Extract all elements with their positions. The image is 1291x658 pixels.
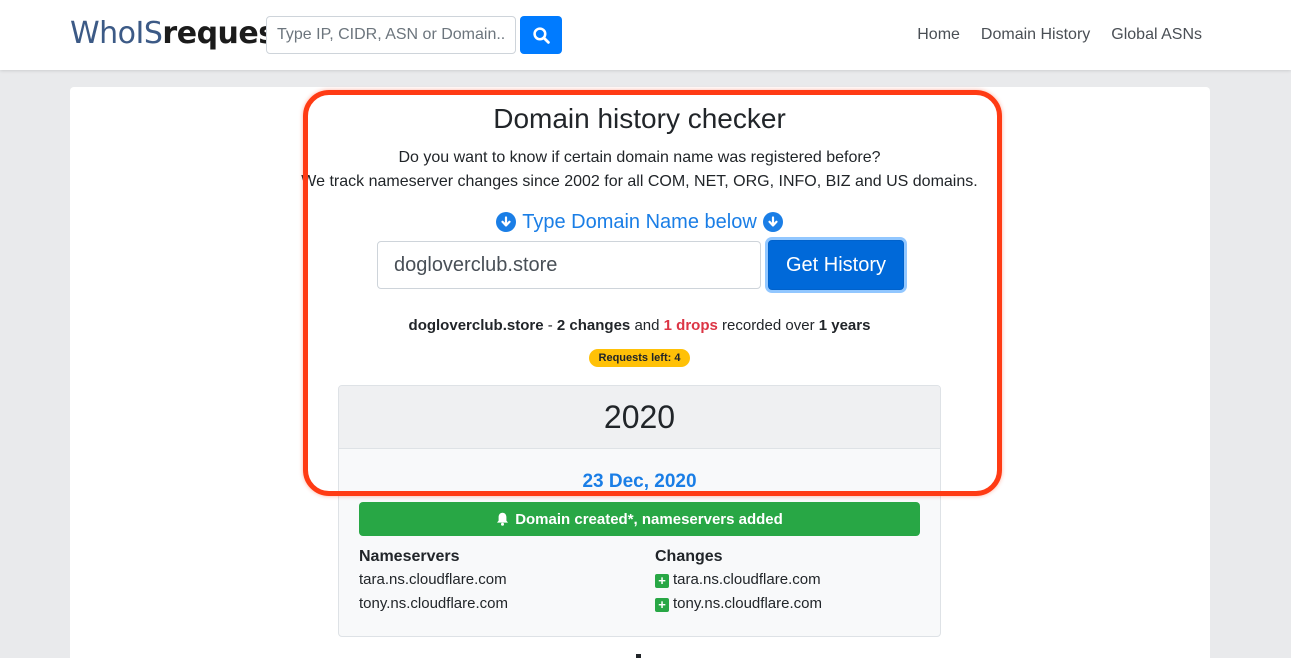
plus-square-icon: +	[655, 574, 669, 588]
search-input[interactable]	[266, 16, 516, 54]
type-domain-label-text: Type Domain Name below	[522, 211, 757, 233]
arrow-down-circle-icon	[496, 212, 517, 232]
type-domain-label: Type Domain Name below	[0, 208, 1279, 236]
intro-line-1: Do you want to know if certain domain na…	[398, 149, 881, 166]
summary-drops: 1 drops	[663, 317, 718, 334]
year-header: 2020	[339, 386, 940, 449]
changes-header: Changes	[655, 548, 723, 565]
nameserver-item: tony.ns.cloudflare.com	[359, 595, 508, 612]
plus-square-icon: +	[655, 598, 669, 612]
nav-link-global-asns[interactable]: Global ASNs	[1111, 24, 1202, 46]
summary-changes: 2 changes	[556, 317, 631, 334]
change-item: + tara.ns.cloudflare.com	[655, 570, 821, 590]
summary-and: and	[630, 317, 664, 334]
bell-icon	[497, 512, 509, 526]
summary-separator: -	[543, 317, 557, 334]
event-banner-text: Domain created*, nameservers added	[515, 510, 783, 528]
timeline-marker	[636, 654, 641, 658]
page-title: Domain history checker	[493, 103, 786, 134]
search-button[interactable]	[520, 16, 562, 54]
change-item-text: tony.ns.cloudflare.com	[673, 595, 822, 612]
year-card: 2020 23 Dec, 2020 Domain created*, names…	[338, 385, 941, 637]
summary-recorded: recorded over	[717, 317, 819, 334]
get-history-button[interactable]: Get History	[768, 240, 904, 290]
nameservers-header: Nameservers	[359, 548, 460, 565]
nav-links: Home Domain History Global ASNs	[917, 24, 1202, 46]
change-item-text: tara.ns.cloudflare.com	[673, 571, 821, 588]
domain-input[interactable]	[377, 241, 761, 289]
search-icon	[532, 26, 550, 44]
intro-line-2: We track nameserver changes since 2002 f…	[301, 173, 978, 190]
navbar: WhoISrequest Home Domain History Global …	[0, 0, 1291, 70]
event-banner: Domain created*, nameservers added	[359, 502, 920, 536]
nav-link-domain-history[interactable]: Domain History	[981, 24, 1090, 46]
summary-years: 1 years	[818, 317, 871, 334]
change-item: + tony.ns.cloudflare.com	[655, 594, 822, 614]
history-summary: dogloverclub.store - 2 changes and 1 dro…	[0, 316, 1279, 336]
nav-link-home[interactable]: Home	[917, 24, 960, 46]
requests-left-badge: Requests left: 4	[589, 349, 690, 367]
summary-domain: dogloverclub.store	[408, 317, 544, 334]
event-date: 23 Dec, 2020	[582, 471, 697, 492]
arrow-down-circle-icon	[762, 212, 783, 232]
site-logo[interactable]: WhoISrequest	[70, 14, 290, 54]
logo-text-whois: WhoIS	[70, 16, 163, 51]
nameserver-item: tara.ns.cloudflare.com	[359, 571, 507, 588]
